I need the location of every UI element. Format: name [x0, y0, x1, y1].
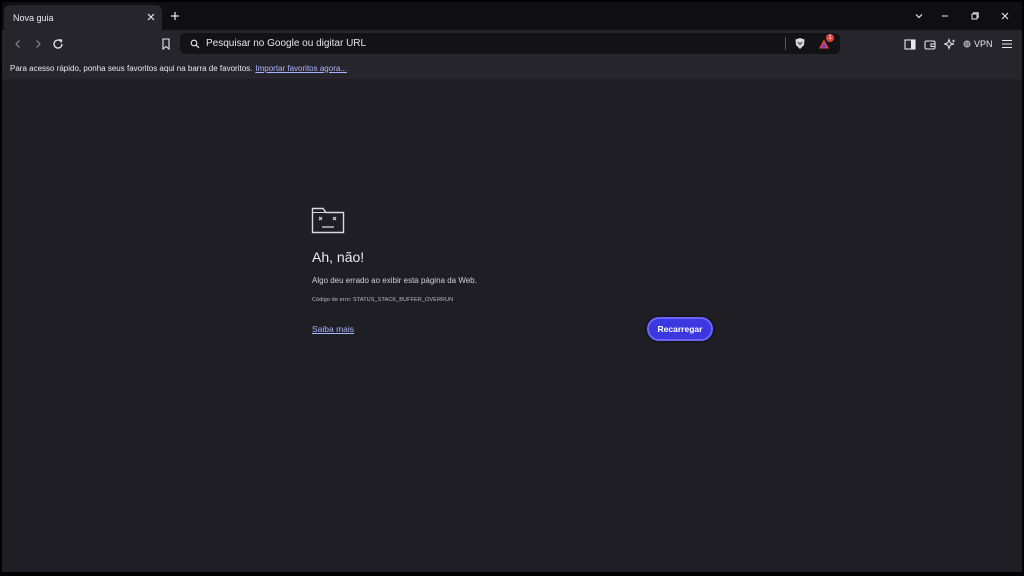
browser-window: Nova guia Pesquisar no Google ou digitar… — [2, 2, 1022, 572]
brave-rewards-icon[interactable]: 1 — [816, 34, 834, 51]
tab-new-tab[interactable]: Nova guia — [4, 5, 162, 30]
reload-button[interactable]: Recarregar — [647, 317, 713, 341]
minimize-icon[interactable] — [938, 9, 952, 23]
import-bookmarks-link[interactable]: Importar favoritos agora... — [255, 64, 347, 73]
rewards-badge: 1 — [826, 34, 834, 42]
vpn-button[interactable]: VPN — [963, 37, 993, 51]
restore-icon[interactable] — [968, 9, 982, 23]
brave-shields-icon[interactable] — [792, 36, 807, 51]
address-separator — [785, 37, 786, 50]
menu-icon[interactable] — [999, 36, 1015, 52]
search-icon — [188, 37, 201, 50]
tab-title: Nova guia — [13, 12, 54, 23]
vpn-status-icon — [963, 40, 971, 48]
close-icon[interactable] — [144, 10, 158, 24]
bookmark-icon[interactable] — [158, 36, 174, 52]
reload-icon[interactable] — [50, 36, 66, 52]
bookmarks-bar: Para acesso rápido, ponha seus favoritos… — [2, 57, 1022, 79]
toolbar: 1 VPN — [2, 30, 1022, 57]
close-icon[interactable] — [998, 9, 1012, 23]
forward-icon[interactable] — [30, 36, 46, 52]
vpn-label: VPN — [974, 39, 993, 49]
chevron-down-icon[interactable] — [912, 9, 926, 23]
sidebar-icon[interactable] — [902, 36, 918, 52]
address-input[interactable] — [206, 35, 766, 52]
error-title: Ah, não! — [312, 249, 365, 265]
tab-strip: Nova guia — [2, 2, 1022, 30]
back-icon[interactable] — [10, 36, 26, 52]
error-page: Ah, não! Algo deu errado ao exibir esta … — [2, 79, 1022, 572]
bookmarks-message: Para acesso rápido, ponha seus favoritos… — [10, 63, 253, 73]
leo-ai-icon[interactable] — [942, 36, 958, 52]
wallet-icon[interactable] — [922, 36, 938, 52]
error-description: Algo deu errado ao exibir esta página da… — [312, 276, 477, 285]
learn-more-link[interactable]: Saiba mais — [312, 324, 354, 334]
address-bar[interactable]: 1 — [180, 33, 840, 54]
sad-tab-icon — [311, 206, 345, 234]
error-code: Código de erro: STATUS_STACK_BUFFER_OVER… — [312, 297, 454, 303]
plus-icon[interactable] — [168, 9, 182, 23]
